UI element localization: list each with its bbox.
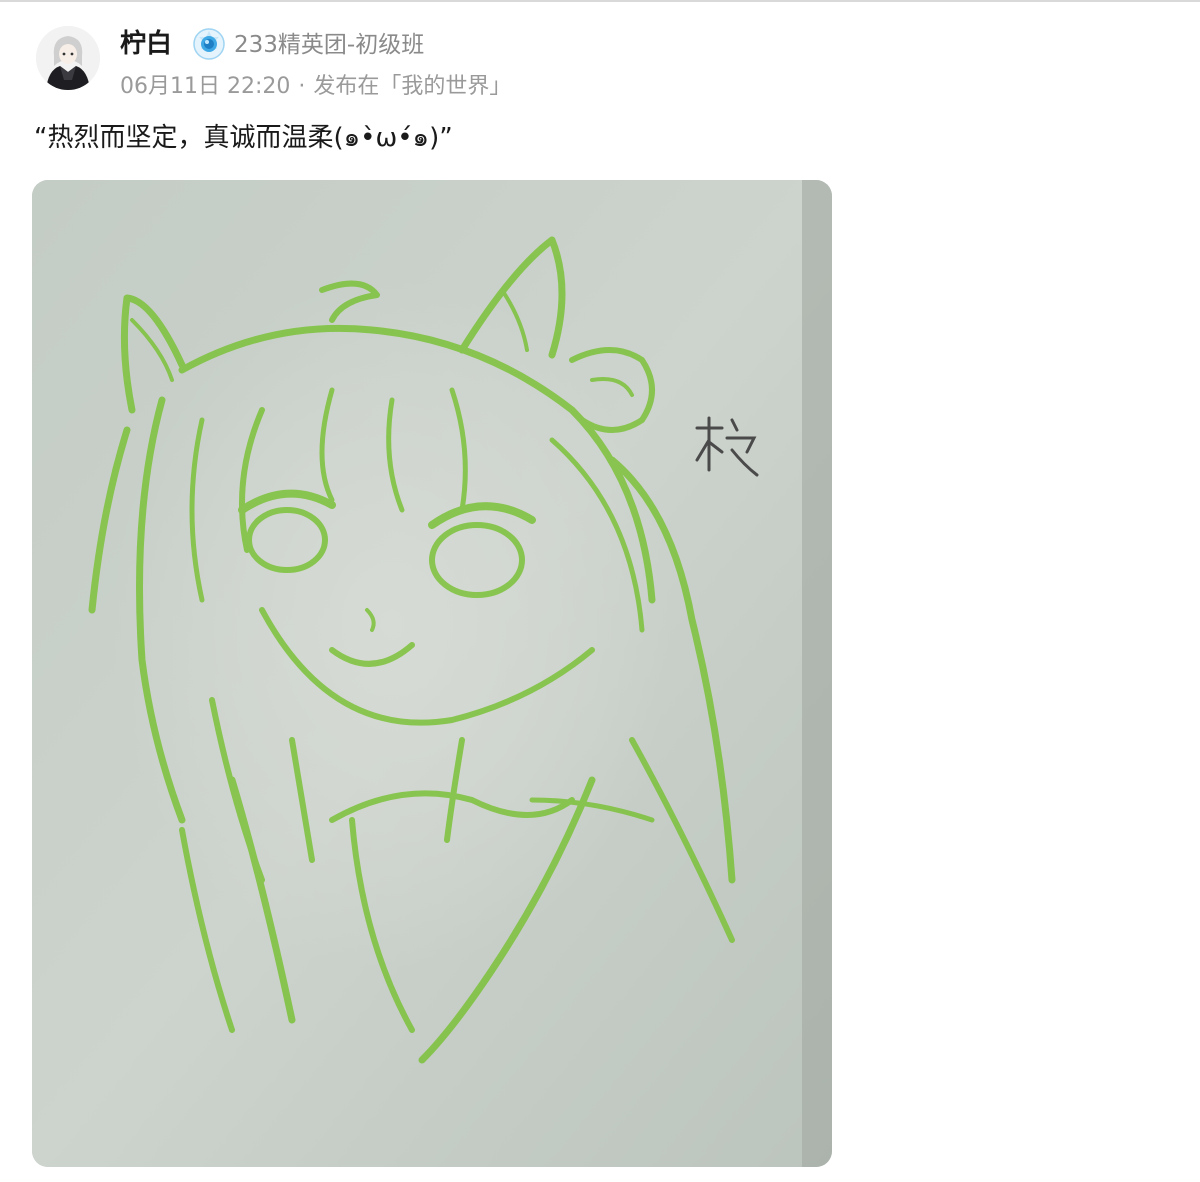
meta-separator: · <box>298 74 306 99</box>
post-meta: 06月11日 22:20 · 发布在「我的世界」 <box>120 70 511 104</box>
avatar-icon <box>36 26 100 90</box>
post-image[interactable] <box>32 180 832 1167</box>
avatar[interactable] <box>36 26 100 90</box>
published-in-label[interactable]: 发布在「我的世界」 <box>313 74 511 99</box>
green-pencil-sketch-icon <box>32 180 832 1167</box>
post-card: 柠白 233精英团-初级班 06月11日 22:20 · 发布在「我的世界」 “热烈… <box>0 0 1200 1182</box>
group-label[interactable]: 233精英团-初级班 <box>234 28 424 62</box>
post-date: 06月11日 22:20 <box>120 74 291 99</box>
crystal-badge-icon <box>192 27 226 61</box>
post-content: “热烈而坚定，真诚而温柔(๑•̀ω•́๑)” <box>34 123 453 153</box>
author-name[interactable]: 柠白 <box>120 26 172 62</box>
